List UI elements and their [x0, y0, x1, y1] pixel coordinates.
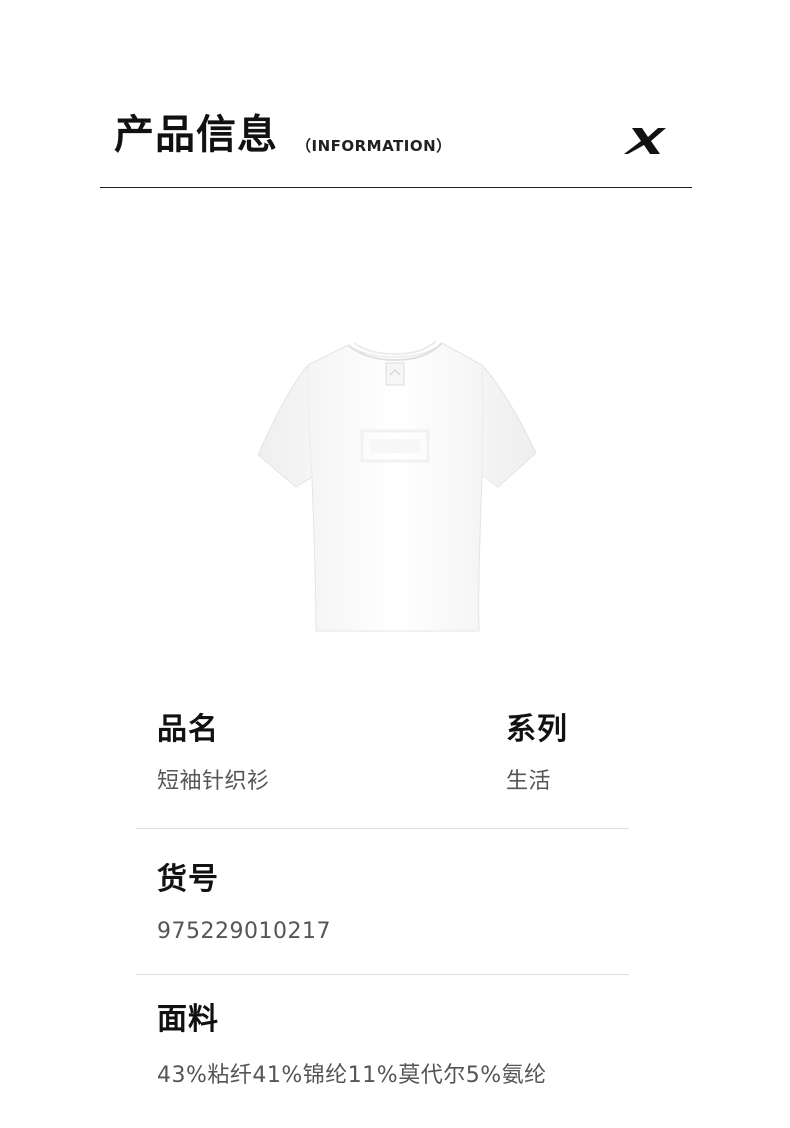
- row-divider: [136, 974, 629, 975]
- series-value: 生活: [506, 769, 552, 794]
- fabric-label: 面料: [157, 1002, 219, 1037]
- sku-value: 975229010217: [157, 919, 331, 944]
- info-header: 产品信息 （INFORMATION）: [100, 100, 692, 188]
- product-name-value: 短袖针织衫: [157, 769, 270, 794]
- row-divider: [136, 828, 629, 829]
- fabric-value: 43%粘纤41%锦纶11%莫代尔5%氨纶: [157, 1063, 547, 1088]
- page-subtitle: （INFORMATION）: [296, 137, 452, 155]
- page-title: 产品信息: [114, 112, 278, 158]
- sku-label: 货号: [157, 862, 219, 897]
- series-label: 系列: [506, 712, 568, 747]
- white-tshirt-image: [257, 340, 537, 632]
- xtep-brand-x-logo-icon: [624, 128, 666, 154]
- product-name-label: 品名: [157, 712, 219, 747]
